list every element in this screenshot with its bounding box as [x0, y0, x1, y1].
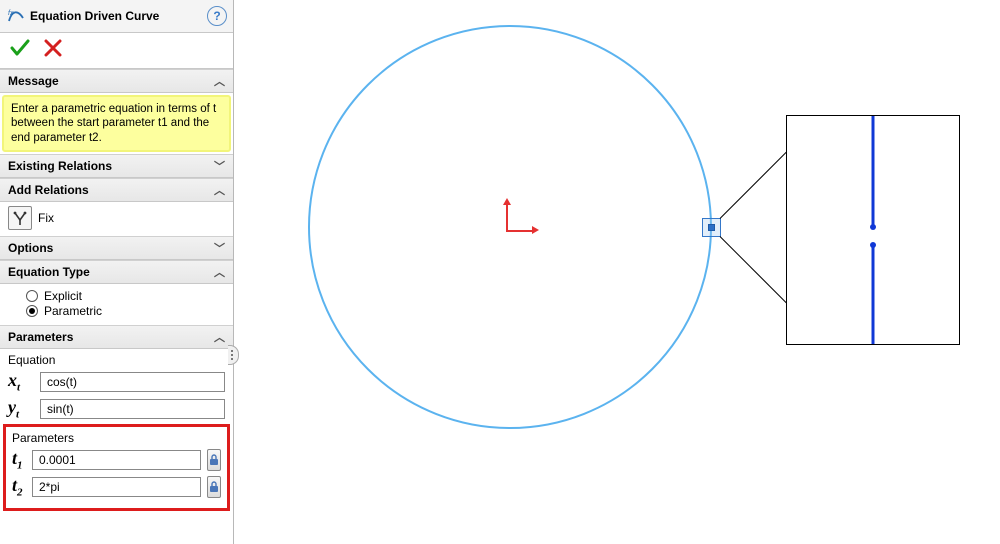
xt-label: xt [8, 370, 34, 394]
xt-input[interactable] [40, 372, 225, 392]
graphics-viewport[interactable] [234, 0, 1000, 544]
ok-cancel-row [0, 33, 233, 69]
t1-input[interactable] [32, 450, 201, 470]
section-parameters-header[interactable]: Parameters ︿ [0, 325, 233, 349]
yt-input[interactable] [40, 399, 225, 419]
zoom-endpoint-dot [870, 224, 876, 230]
section-equation-type-title: Equation Type [8, 265, 90, 279]
help-icon[interactable]: ? [207, 6, 227, 26]
section-message-title: Message [8, 74, 59, 88]
lock-icon [208, 481, 220, 493]
message-box: Enter a parametric equation in terms of … [2, 95, 231, 152]
yt-label: yt [8, 397, 34, 421]
section-options-title: Options [8, 241, 53, 255]
chevron-down-icon: ﹀ [214, 240, 225, 256]
radio-explicit-label: Explicit [44, 289, 82, 303]
equation-label: Equation [8, 353, 225, 367]
section-add-relations-title: Add Relations [8, 183, 89, 197]
radio-explicit[interactable]: Explicit [26, 289, 225, 303]
chevron-up-icon: ︿ [214, 264, 225, 280]
zoom-segment-bottom [872, 247, 875, 344]
section-existing-relations-title: Existing Relations [8, 159, 112, 173]
zoom-endpoint-dot [870, 242, 876, 248]
section-equation-type-header[interactable]: Equation Type ︿ [0, 260, 233, 284]
panel-title: Equation Driven Curve [30, 9, 207, 23]
fix-relation-label: Fix [38, 211, 54, 225]
section-existing-relations-header[interactable]: Existing Relations ﹀ [0, 154, 233, 178]
ok-button[interactable] [10, 39, 30, 60]
section-options-header[interactable]: Options ﹀ [0, 236, 233, 260]
t2-lock-button[interactable] [207, 476, 221, 498]
equation-curve-icon: fx [8, 8, 24, 24]
propertymanager-panel: fx Equation Driven Curve ? Message ︿ Ent… [0, 0, 234, 544]
add-relations-body: Fix [0, 202, 233, 236]
chevron-down-icon: ﹀ [214, 158, 225, 174]
zoom-inset [786, 115, 960, 345]
section-parameters-title: Parameters [8, 330, 73, 344]
t2-input[interactable] [32, 477, 201, 497]
radio-parametric-label: Parametric [44, 304, 102, 318]
zoom-segment-top [872, 116, 875, 226]
panel-title-row: fx Equation Driven Curve ? [0, 0, 233, 33]
curve-circle [308, 25, 712, 429]
radio-icon [26, 305, 38, 317]
t-parameters-label: Parameters [12, 431, 221, 445]
chevron-up-icon: ︿ [214, 73, 225, 89]
zoom-connector-line [720, 152, 787, 219]
parameters-body: Equation xt yt [0, 349, 233, 420]
cancel-button[interactable] [44, 39, 62, 60]
t1-label: t1 [12, 448, 26, 472]
lock-icon [208, 454, 220, 466]
svg-text:fx: fx [8, 10, 14, 17]
zoom-connector-line [720, 236, 787, 303]
chevron-up-icon: ︿ [214, 329, 225, 345]
fix-relation-button[interactable] [8, 206, 32, 230]
section-message-header[interactable]: Message ︿ [0, 69, 233, 93]
chevron-up-icon: ︿ [214, 182, 225, 198]
section-add-relations-header[interactable]: Add Relations ︿ [0, 178, 233, 202]
radio-parametric[interactable]: Parametric [26, 304, 225, 318]
t1-lock-button[interactable] [207, 449, 221, 471]
equation-type-body: Explicit Parametric [0, 284, 233, 325]
t2-label: t2 [12, 475, 26, 499]
curve-start-end-marker [702, 218, 721, 237]
radio-icon [26, 290, 38, 302]
t-parameters-highlight-box: Parameters t1 t2 [3, 424, 230, 510]
